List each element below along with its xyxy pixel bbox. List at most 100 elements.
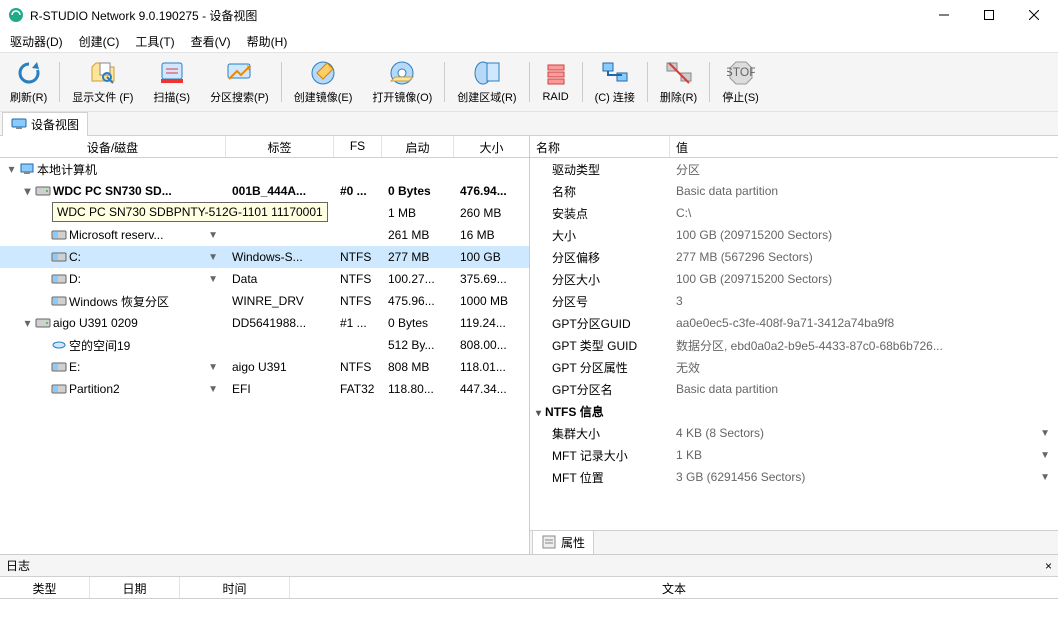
prop-body[interactable]: 驱动类型分区名称Basic data partition安装点C:\大小100 … bbox=[530, 158, 1058, 530]
dropdown-icon[interactable]: ▼ bbox=[1040, 472, 1050, 483]
menu-3[interactable]: 查看(V) bbox=[183, 31, 239, 52]
prop-value: C:\ bbox=[670, 204, 1058, 222]
cell-size: 260 MB bbox=[454, 204, 529, 222]
prop-value[interactable]: 1 KB▼ bbox=[670, 446, 1058, 464]
cell-start: 0 Bytes bbox=[382, 314, 454, 332]
cell-fs bbox=[334, 233, 382, 237]
toolbar-label: 创建区域(R) bbox=[457, 89, 516, 105]
toolbar-psearch[interactable]: 分区搜索(P) bbox=[200, 54, 279, 110]
tree-body[interactable]: ▾本地计算机▾WDC PC SN730 SD...001B_444A...#0 … bbox=[0, 158, 529, 554]
log-col-type[interactable]: 类型 bbox=[0, 577, 90, 598]
log-col-date[interactable]: 日期 bbox=[90, 577, 180, 598]
cell-size: 16 MB bbox=[454, 226, 529, 244]
prop-row[interactable]: GPT分区GUIDaa0e0ec5-c3fe-408f-9a71-3412a74… bbox=[530, 312, 1058, 334]
dropdown-icon[interactable]: ▼ bbox=[208, 274, 218, 285]
prop-group[interactable]: NTFS 信息 bbox=[530, 400, 1058, 422]
col-start[interactable]: 启动 bbox=[382, 136, 454, 157]
log-body[interactable] bbox=[0, 599, 1058, 632]
log-col-text[interactable]: 文本 bbox=[290, 577, 1058, 598]
toolbar-showfiles[interactable]: 显示文件 (F) bbox=[62, 54, 143, 110]
prop-row[interactable]: MFT 位置3 GB (6291456 Sectors)▼ bbox=[530, 466, 1058, 488]
prop-name: 驱动类型 bbox=[530, 159, 670, 180]
prop-name: 集群大小 bbox=[530, 423, 670, 444]
tree-row[interactable]: Windows 恢复分区WINRE_DRVNTFS475.96...1000 M… bbox=[0, 290, 529, 312]
expander-icon[interactable]: ▾ bbox=[22, 184, 33, 198]
menu-0[interactable]: 驱动器(D) bbox=[2, 31, 71, 52]
prop-row[interactable]: 安装点C:\ bbox=[530, 202, 1058, 224]
log-close-button[interactable]: × bbox=[1045, 559, 1052, 573]
dropdown-icon[interactable]: ▼ bbox=[1040, 428, 1050, 439]
log-title: 日志 bbox=[6, 557, 30, 574]
computer-icon bbox=[19, 161, 35, 177]
prop-row[interactable]: GPT分区名Basic data partition bbox=[530, 378, 1058, 400]
prop-row[interactable]: 分区号3 bbox=[530, 290, 1058, 312]
tree-row[interactable]: ▾本地计算机 bbox=[0, 158, 529, 180]
tree-row[interactable]: ▾aigo U391 0209DD5641988...#1 ...0 Bytes… bbox=[0, 312, 529, 334]
log-col-time[interactable]: 时间 bbox=[180, 577, 290, 598]
svg-text:STOP: STOP bbox=[727, 65, 755, 79]
tree-row[interactable]: D:▼DataNTFS100.27...375.69... bbox=[0, 268, 529, 290]
tree-row[interactable]: 空的空间19512 By...808.00... bbox=[0, 334, 529, 356]
tab-properties[interactable]: 属性 bbox=[532, 531, 594, 555]
dropdown-icon[interactable]: ▼ bbox=[208, 362, 218, 373]
dropdown-icon[interactable]: ▼ bbox=[208, 252, 218, 263]
prop-value bbox=[670, 409, 1058, 413]
prop-row[interactable]: 驱动类型分区 bbox=[530, 158, 1058, 180]
toolbar-label: (C) 连接 bbox=[595, 89, 635, 105]
toolbar-raid[interactable]: RAID bbox=[532, 54, 580, 110]
prop-row[interactable]: GPT 类型 GUID数据分区, ebd0a0a2-b9e5-4433-87c0… bbox=[530, 334, 1058, 356]
close-button[interactable] bbox=[1011, 0, 1056, 30]
col-prop-value[interactable]: 值 bbox=[670, 136, 1058, 157]
col-tag[interactable]: 标签 bbox=[226, 136, 334, 157]
tree-row[interactable]: Microsoft reserv...▼261 MB16 MB bbox=[0, 224, 529, 246]
prop-tab-bar: 属性 bbox=[530, 530, 1058, 554]
menu-2[interactable]: 工具(T) bbox=[127, 31, 182, 52]
prop-value[interactable]: 4 KB (8 Sectors)▼ bbox=[670, 424, 1058, 442]
expander-icon[interactable]: ▾ bbox=[6, 162, 17, 176]
tree-row[interactable]: E:▼aigo U391NTFS808 MB118.01... bbox=[0, 356, 529, 378]
prop-row[interactable]: 分区偏移277 MB (567296 Sectors) bbox=[530, 246, 1058, 268]
col-fs[interactable]: FS bbox=[334, 136, 382, 157]
prop-row[interactable]: 集群大小4 KB (8 Sectors)▼ bbox=[530, 422, 1058, 444]
maximize-button[interactable] bbox=[966, 0, 1011, 30]
cell-size: 100 GB bbox=[454, 248, 529, 266]
prop-value: 数据分区, ebd0a0a2-b9e5-4433-87c0-68b6b726..… bbox=[670, 335, 1058, 356]
toolbar-label: 显示文件 (F) bbox=[72, 89, 133, 105]
log-panel: 日志 × 类型 日期 时间 文本 bbox=[0, 554, 1058, 632]
empty-icon bbox=[51, 337, 67, 353]
prop-row[interactable]: 大小100 GB (209715200 Sectors) bbox=[530, 224, 1058, 246]
minimize-button[interactable] bbox=[921, 0, 966, 30]
prop-name: NTFS 信息 bbox=[530, 401, 670, 422]
prop-value[interactable]: 3 GB (6291456 Sectors)▼ bbox=[670, 468, 1058, 486]
tree-row[interactable]: Partition2▼EFIFAT32118.80...447.34... bbox=[0, 378, 529, 400]
prop-name: GPT 类型 GUID bbox=[530, 335, 670, 356]
dropdown-icon[interactable]: ▼ bbox=[208, 384, 218, 395]
toolbar-refresh[interactable]: 刷新(R) bbox=[0, 54, 57, 110]
menu-1[interactable]: 创建(C) bbox=[71, 31, 128, 52]
toolbar-createimg[interactable]: 创建镜像(E) bbox=[284, 54, 363, 110]
dropdown-icon[interactable]: ▼ bbox=[1040, 450, 1050, 461]
prop-row[interactable]: MFT 记录大小1 KB▼ bbox=[530, 444, 1058, 466]
cell-start: 100.27... bbox=[382, 270, 454, 288]
tab-device-view[interactable]: 设备视图 bbox=[2, 112, 88, 136]
dropdown-icon[interactable]: ▼ bbox=[208, 230, 218, 241]
toolbar-connect[interactable]: (C) 连接 bbox=[585, 54, 645, 110]
cell-tag: Windows-S... bbox=[226, 248, 334, 266]
tree-row[interactable]: ▾WDC PC SN730 SD...001B_444A...#0 ...0 B… bbox=[0, 180, 529, 202]
col-device[interactable]: 设备/磁盘 bbox=[0, 136, 226, 157]
toolbar-scan[interactable]: 扫描(S) bbox=[143, 54, 200, 110]
menu-4[interactable]: 帮助(H) bbox=[239, 31, 296, 52]
toolbar-openimg[interactable]: 打开镜像(O) bbox=[362, 54, 442, 110]
prop-row[interactable]: 名称Basic data partition bbox=[530, 180, 1058, 202]
col-size[interactable]: 大小 bbox=[454, 136, 529, 157]
toolbar-createregion[interactable]: 创建区域(R) bbox=[447, 54, 526, 110]
toolbar-stop[interactable]: STOP停止(S) bbox=[712, 54, 769, 110]
prop-row[interactable]: 分区大小100 GB (209715200 Sectors) bbox=[530, 268, 1058, 290]
expander-icon[interactable]: ▾ bbox=[22, 316, 33, 330]
tree-row[interactable]: C:▼Windows-S...NTFS277 MB100 GB bbox=[0, 246, 529, 268]
col-prop-name[interactable]: 名称 bbox=[530, 136, 670, 157]
device-name: D: bbox=[69, 272, 81, 286]
toolbar-label: 扫描(S) bbox=[153, 89, 190, 105]
prop-row[interactable]: GPT 分区属性无效 bbox=[530, 356, 1058, 378]
toolbar-delete[interactable]: 删除(R) bbox=[650, 54, 707, 110]
